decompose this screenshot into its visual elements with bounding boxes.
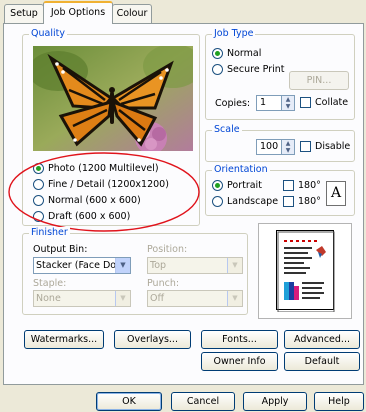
- orientation-legend: Orientation: [212, 164, 270, 176]
- page-preview-icon: [276, 230, 335, 312]
- spin-up-icon: ▲: [285, 140, 291, 147]
- help-button[interactable]: Help: [314, 392, 364, 411]
- rotate-landscape-checkbox[interactable]: 180°: [283, 196, 321, 207]
- watermarks-button[interactable]: Watermarks...: [24, 330, 104, 349]
- copies-spinner[interactable]: ▲ ▼: [282, 95, 295, 111]
- orientation-portrait-radio[interactable]: Portrait: [212, 180, 262, 191]
- position-label: Position:: [147, 244, 188, 255]
- spin-down-icon: ▼: [285, 103, 291, 110]
- finisher-legend: Finisher: [29, 227, 70, 239]
- landscape-label: Landscape: [227, 196, 279, 207]
- output-bin-label: Output Bin:: [33, 244, 88, 255]
- job-type-normal-label: Normal: [227, 48, 262, 59]
- rotate-landscape-label: 180°: [298, 196, 321, 207]
- radio-selected-icon: [33, 163, 44, 174]
- radio-icon: [33, 179, 44, 190]
- ok-button[interactable]: OK: [96, 392, 162, 411]
- quality-photo-radio[interactable]: Photo (1200 Multilevel): [33, 163, 159, 174]
- checkbox-icon: [283, 196, 294, 207]
- scale-disable-label: Disable: [315, 141, 351, 152]
- job-type-secure-radio[interactable]: Secure Print: [212, 64, 285, 75]
- tab-setup[interactable]: Setup: [4, 4, 44, 23]
- quality-draft-label: Draft (600 x 600): [48, 211, 131, 222]
- job-type-normal-radio[interactable]: Normal: [212, 48, 261, 59]
- spin-up-icon: ▲: [285, 96, 291, 103]
- radio-icon: [212, 64, 223, 75]
- quality-preview-image: [33, 46, 193, 151]
- orientation-preview-icon: A: [326, 181, 346, 206]
- copies-label: Copies:: [215, 98, 251, 109]
- apply-button[interactable]: Apply: [243, 392, 307, 411]
- output-bin-select[interactable]: Stacker (Face Down) ▼: [33, 257, 131, 274]
- chevron-down-icon: ▼: [115, 258, 130, 273]
- quality-fine-label: Fine / Detail (1200x1200): [48, 179, 169, 190]
- checkbox-icon: [300, 141, 311, 152]
- scale-legend: Scale: [212, 124, 242, 136]
- chevron-down-icon: ▼: [227, 291, 242, 306]
- advanced-button[interactable]: Advanced...: [284, 330, 360, 349]
- quality-fine-radio[interactable]: Fine / Detail (1200x1200): [33, 179, 169, 190]
- position-select[interactable]: Top ▼: [147, 257, 243, 274]
- staple-select[interactable]: None ▼: [33, 290, 131, 307]
- radio-icon: [33, 195, 44, 206]
- owner-info-button[interactable]: Owner Info: [201, 352, 278, 371]
- punch-select[interactable]: Off ▼: [147, 290, 243, 307]
- radio-icon: [212, 196, 223, 207]
- radio-selected-icon: [212, 48, 223, 59]
- radio-icon: [33, 211, 44, 222]
- overlays-button[interactable]: Overlays...: [114, 330, 191, 349]
- chevron-down-icon: ▼: [227, 258, 242, 273]
- job-type-secure-label: Secure Print: [227, 64, 285, 75]
- rotate-portrait-label: 180°: [298, 180, 321, 191]
- cancel-button[interactable]: Cancel: [171, 392, 235, 411]
- copies-input[interactable]: 1: [256, 95, 282, 111]
- collate-label: Collate: [315, 97, 349, 108]
- rotate-portrait-checkbox[interactable]: 180°: [283, 180, 321, 191]
- staple-label: Staple:: [33, 278, 67, 289]
- quality-legend: Quality: [29, 28, 67, 40]
- quality-photo-label: Photo (1200 Multilevel): [48, 163, 159, 174]
- pin-button[interactable]: PIN...: [289, 71, 349, 90]
- orientation-landscape-radio[interactable]: Landscape: [212, 196, 278, 207]
- spin-down-icon: ▼: [285, 147, 291, 154]
- quality-normal-radio[interactable]: Normal (600 x 600): [33, 195, 141, 206]
- scale-input[interactable]: 100: [256, 139, 282, 155]
- staple-value: None: [36, 293, 61, 304]
- punch-value: Off: [150, 293, 165, 304]
- quality-draft-radio[interactable]: Draft (600 x 600): [33, 211, 130, 222]
- job-type-legend: Job Type: [212, 28, 256, 40]
- radio-selected-icon: [212, 180, 223, 191]
- collate-checkbox[interactable]: Collate: [300, 97, 348, 108]
- position-value: Top: [150, 260, 167, 271]
- punch-label: Punch:: [147, 278, 180, 289]
- scale-spinner[interactable]: ▲ ▼: [282, 139, 295, 155]
- portrait-label: Portrait: [227, 180, 262, 191]
- fonts-button[interactable]: Fonts...: [201, 330, 278, 349]
- checkbox-icon: [283, 180, 294, 191]
- tab-colour[interactable]: Colour: [112, 4, 152, 23]
- tab-job-options[interactable]: Job Options: [43, 1, 113, 24]
- chevron-down-icon: ▼: [115, 291, 130, 306]
- default-button[interactable]: Default: [284, 352, 360, 371]
- quality-normal-label: Normal (600 x 600): [48, 195, 141, 206]
- checkbox-icon: [300, 97, 311, 108]
- scale-disable-checkbox[interactable]: Disable: [300, 141, 350, 152]
